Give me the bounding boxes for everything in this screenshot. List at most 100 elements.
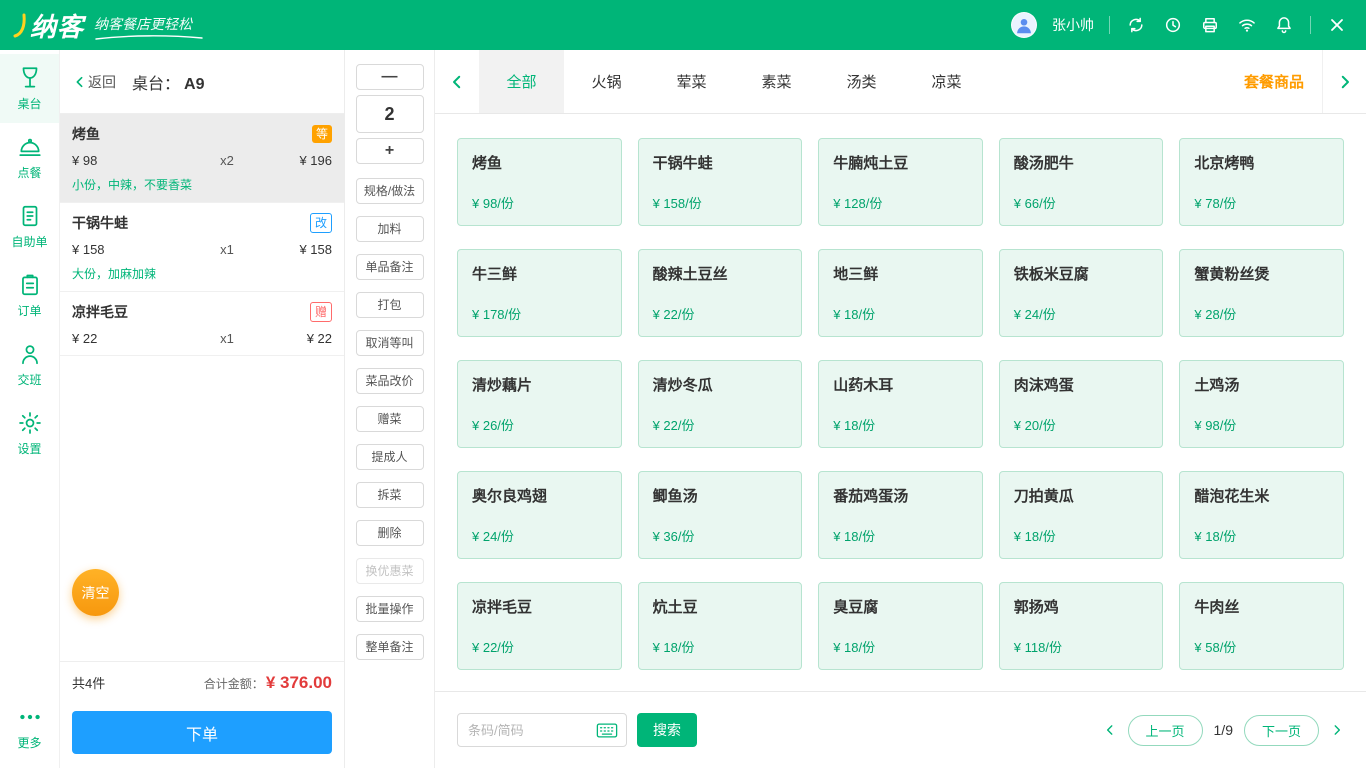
app-shell: 桌台 点餐 自助单 订单 交班 — [0, 50, 1366, 768]
order-item-total: ¥ 22 — [262, 331, 332, 346]
menu-item-name: 肉沫鸡蛋 — [1014, 374, 1149, 395]
menu-item[interactable]: 郭扬鸡¥ 118/份 — [999, 582, 1164, 670]
person-icon — [17, 341, 43, 367]
next-page-button[interactable]: 下一页 — [1244, 715, 1319, 746]
menu-item[interactable]: 牛三鲜¥ 178/份 — [457, 249, 622, 337]
menu-item-name: 奥尔良鸡翅 — [472, 485, 607, 506]
menu-item[interactable]: 北京烤鸭¥ 78/份 — [1179, 138, 1344, 226]
batch-operation-button[interactable]: 批量操作 — [356, 596, 424, 622]
table-goblet-icon — [17, 65, 43, 91]
menu-item[interactable]: 奥尔良鸡翅¥ 24/份 — [457, 471, 622, 559]
tab-soup[interactable]: 汤类 — [819, 50, 904, 113]
combo-products-button[interactable]: 套餐商品 — [1226, 50, 1322, 113]
sidebar-item-self-order[interactable]: 自助单 — [0, 192, 59, 261]
menu-item[interactable]: 番茄鸡蛋汤¥ 18/份 — [818, 471, 983, 559]
cancel-hold-button[interactable]: 取消等叫 — [356, 330, 424, 356]
menu-item[interactable]: 臭豆腐¥ 18/份 — [818, 582, 983, 670]
split-dish-button[interactable]: 拆菜 — [356, 482, 424, 508]
menu-item[interactable]: 干锅牛蛙¥ 158/份 — [638, 138, 803, 226]
takeout-pack-button[interactable]: 打包 — [356, 292, 424, 318]
menu-item[interactable]: 酸辣土豆丝 ¥ 22/份 — [638, 249, 803, 337]
menu-item[interactable]: 牛腩炖土豆¥ 128/份 — [818, 138, 983, 226]
menu-item[interactable]: 牛肉丝¥ 58/份 — [1179, 582, 1344, 670]
order-item[interactable]: 凉拌毛豆 赠 ¥ 22 x1 ¥ 22 — [60, 292, 344, 356]
menu-item[interactable]: 刀拍黄瓜¥ 18/份 — [999, 471, 1164, 559]
table-number: A9 — [184, 76, 204, 93]
order-item[interactable]: 干锅牛蛙 改 ¥ 158 x1 ¥ 158 大份，加麻加辣 — [60, 203, 344, 292]
prev-page-button[interactable]: 上一页 — [1128, 715, 1203, 746]
total-amount: ¥ 376.00 — [266, 673, 332, 693]
wifi-icon[interactable] — [1236, 14, 1258, 36]
sidebar-item-shift[interactable]: 交班 — [0, 330, 59, 399]
sidebar-item-tables[interactable]: 桌台 — [0, 54, 59, 123]
delete-item-button[interactable]: 删除 — [356, 520, 424, 546]
user-name[interactable]: 张小帅 — [1052, 15, 1094, 35]
barcode-search-input[interactable] — [466, 722, 592, 739]
bell-icon[interactable] — [1273, 14, 1295, 36]
menu-item[interactable]: 清炒藕片¥ 26/份 — [457, 360, 622, 448]
sidebar-item-order[interactable]: 点餐 — [0, 123, 59, 192]
sidebar-item-orders[interactable]: 订单 — [0, 261, 59, 330]
menu-item[interactable]: 山药木耳¥ 18/份 — [818, 360, 983, 448]
menu-item[interactable]: 烤鱼¥ 98/份 — [457, 138, 622, 226]
tabs-scroll-right-icon[interactable] — [1322, 50, 1366, 113]
menu-item[interactable]: 土鸡汤¥ 98/份 — [1179, 360, 1344, 448]
tab-hotpot[interactable]: 火锅 — [564, 50, 649, 113]
close-icon[interactable] — [1326, 14, 1348, 36]
menu-item-price: ¥ 66/份 — [1014, 193, 1149, 212]
menu-item[interactable]: 蟹黄粉丝煲¥ 28/份 — [1179, 249, 1344, 337]
menu-item-name: 酸辣土豆丝 — [653, 263, 788, 284]
menu-item-name: 清炒冬瓜 — [653, 374, 788, 395]
submit-order-button[interactable]: 下单 — [72, 711, 332, 754]
clear-order-button[interactable]: 清空 — [72, 569, 119, 616]
menu-item-price: ¥ 36/份 — [653, 526, 788, 545]
menu-item[interactable]: 清炒冬瓜¥ 22/份 — [638, 360, 803, 448]
change-price-button[interactable]: 菜品改价 — [356, 368, 424, 394]
sync-icon[interactable] — [1125, 14, 1147, 36]
item-remark-button[interactable]: 单品备注 — [356, 254, 424, 280]
menu-grid: 烤鱼¥ 98/份 干锅牛蛙¥ 158/份 牛腩炖土豆¥ 128/份 酸汤肥牛¥ … — [435, 114, 1366, 692]
topbar-actions: 张小帅 — [1011, 12, 1366, 38]
tabs-scroll-left-icon[interactable] — [435, 50, 479, 113]
printer-icon[interactable] — [1199, 14, 1221, 36]
order-item-qty: x1 — [192, 242, 262, 257]
tab-meat[interactable]: 荤菜 — [649, 50, 734, 113]
order-summary: 共4件 合计金额： ¥ 376.00 — [60, 661, 344, 703]
menu-item[interactable]: 炕土豆¥ 18/份 — [638, 582, 803, 670]
search-button[interactable]: 搜索 — [637, 713, 697, 747]
menu-item-price: ¥ 18/份 — [833, 637, 968, 656]
menu-item-name: 郭扬鸡 — [1014, 596, 1149, 617]
sidebar-item-settings[interactable]: 设置 — [0, 399, 59, 468]
gift-dish-button[interactable]: 赠菜 — [356, 406, 424, 432]
add-topping-button[interactable]: 加料 — [356, 216, 424, 242]
menu-item-name: 地三鲜 — [833, 263, 968, 284]
menu-item[interactable]: 酸汤肥牛¥ 66/份 — [999, 138, 1164, 226]
order-panel: 返回 桌台：A9 烤鱼 等 ¥ 98 x2 ¥ 196 小份，中辣，不要香菜 — [60, 50, 345, 768]
menu-item[interactable]: 铁板米豆腐¥ 24/份 — [999, 249, 1164, 337]
qty-plus-button[interactable]: + — [356, 138, 424, 164]
order-item[interactable]: 烤鱼 等 ¥ 98 x2 ¥ 196 小份，中辣，不要香菜 — [60, 114, 344, 203]
tab-cold[interactable]: 凉菜 — [904, 50, 989, 113]
page-prev-icon[interactable] — [1103, 723, 1117, 737]
shift-clock-icon[interactable] — [1162, 14, 1184, 36]
menu-item[interactable]: 肉沫鸡蛋¥ 20/份 — [999, 360, 1164, 448]
commission-person-button[interactable]: 提成人 — [356, 444, 424, 470]
avatar[interactable] — [1011, 12, 1037, 38]
menu-item[interactable]: 鲫鱼汤¥ 36/份 — [638, 471, 803, 559]
tab-vegetable[interactable]: 素菜 — [734, 50, 819, 113]
order-item-total: ¥ 158 — [262, 242, 332, 257]
total-label: 合计金额： — [204, 675, 264, 692]
keyboard-icon[interactable] — [596, 722, 618, 739]
back-button[interactable]: 返回 — [72, 72, 116, 92]
menu-item[interactable]: 地三鲜¥ 18/份 — [818, 249, 983, 337]
menu-item-price: ¥ 22/份 — [653, 304, 788, 323]
menu-item[interactable]: 醋泡花生米¥ 18/份 — [1179, 471, 1344, 559]
sidebar-item-more[interactable]: 更多 — [0, 693, 59, 762]
menu-item[interactable]: 凉拌毛豆¥ 22/份 — [457, 582, 622, 670]
spec-method-button[interactable]: 规格/做法 — [356, 178, 424, 204]
tab-all[interactable]: 全部 — [479, 50, 564, 113]
order-remark-button[interactable]: 整单备注 — [356, 634, 424, 660]
page-next-icon[interactable] — [1330, 723, 1344, 737]
qty-minus-button[interactable]: — — [356, 64, 424, 90]
menu-item-price: ¥ 98/份 — [1194, 415, 1329, 434]
